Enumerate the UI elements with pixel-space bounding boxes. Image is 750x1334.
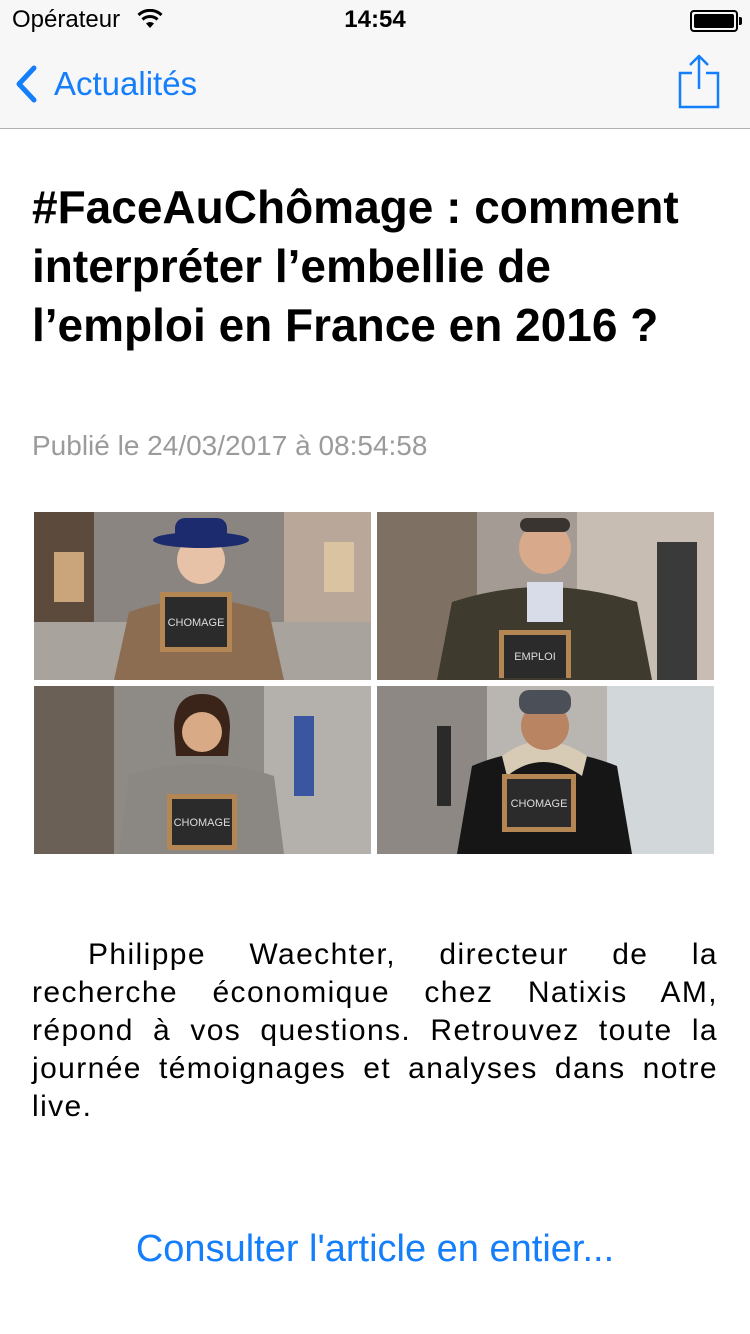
read-full-article-link[interactable]: Consulter l'article en entier... (0, 1228, 750, 1271)
photo-man-suit: EMPLOI (377, 512, 714, 680)
back-button-label: Actualités (54, 65, 198, 102)
article-photo: CHOMAGE EMPLOI CHOMAGE CHOMAGE (34, 512, 714, 854)
chalkboard-text: CHOMAGE (174, 817, 231, 829)
article-summary: Philippe Waechter, directeur de la reche… (32, 938, 718, 1123)
chalkboard-text: CHOMAGE (511, 798, 568, 810)
photo-woman-hat: CHOMAGE (34, 512, 371, 680)
battery-icon (690, 10, 742, 32)
article-title: #FaceAuChômage : comment interpréter l’e… (32, 181, 679, 351)
navigation-bar: Actualités (0, 40, 750, 129)
chevron-left-icon (16, 65, 37, 103)
status-bar: Opérateur 14:54 (0, 0, 750, 40)
back-button[interactable]: Actualités (14, 60, 197, 108)
chalkboard-text: EMPLOI (514, 651, 556, 663)
photo-woman-grey: CHOMAGE (34, 686, 371, 854)
share-icon[interactable] (678, 53, 720, 109)
photo-woman-black: CHOMAGE (377, 686, 714, 854)
chalkboard-text: CHOMAGE (168, 617, 225, 629)
publish-date: Publié le 24/03/2017 à 08:54:58 (32, 430, 428, 461)
clock: 14:54 (344, 6, 406, 33)
